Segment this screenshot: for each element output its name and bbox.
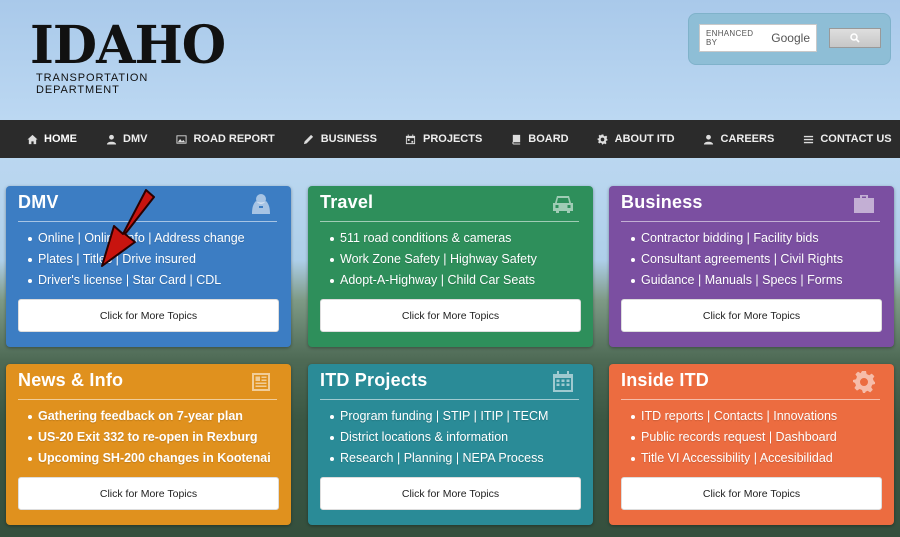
card-title: DMV	[18, 192, 59, 212]
card-links: Program funding | STIP | ITIP | TECM Dis…	[329, 406, 548, 469]
card-divider	[18, 399, 277, 400]
list-item[interactable]: Public records request | Dashboard	[630, 427, 837, 448]
card-links: Gathering feedback on 7-year plan US-20 …	[28, 406, 271, 469]
itd-logo[interactable]: IDAHO TRANSPORTATION DEPARTMENT	[30, 15, 230, 97]
book-icon	[510, 133, 522, 145]
search-input[interactable]: ENHANCED BY Google	[699, 24, 817, 52]
pencil-icon	[303, 133, 315, 145]
search-icon	[850, 33, 860, 43]
list-item[interactable]: Contractor bidding | Facility bids	[631, 228, 843, 249]
list-item[interactable]: US-20 Exit 332 to re-open in Rexburg	[28, 427, 271, 448]
nav-label: ROAD REPORT	[193, 133, 275, 145]
search-button[interactable]	[829, 28, 881, 48]
more-topics-button[interactable]: Click for More Topics	[320, 477, 581, 510]
nav-label: CAREERS	[720, 133, 775, 145]
list-item[interactable]: Consultant agreements | Civil Rights	[631, 249, 843, 270]
home-icon	[26, 133, 38, 145]
card-divider	[621, 399, 880, 400]
card-inside: Inside ITD ITD reports | Contacts | Inno…	[609, 364, 894, 525]
nav-contact[interactable]: CONTACT US	[802, 133, 892, 145]
search-enhanced-label: ENHANCED BY	[706, 29, 754, 47]
logo-wordmark: IDAHO	[30, 15, 226, 76]
main-nav: HOME DMV ROAD REPORT BUSINESS PROJECTS B…	[0, 120, 900, 158]
card-title: Business	[621, 192, 703, 212]
user-icon	[105, 133, 117, 145]
list-item[interactable]: Gathering feedback on 7-year plan	[28, 406, 271, 427]
gear-icon	[597, 133, 609, 145]
nav-label: BOARD	[528, 133, 569, 145]
list-item[interactable]: 511 road conditions & cameras	[330, 228, 537, 249]
nav-label: ABOUT ITD	[614, 133, 675, 145]
nav-label: HOME	[44, 133, 77, 145]
card-title: News & Info	[18, 370, 124, 390]
list-item[interactable]: Adopt-A-Highway | Child Car Seats	[330, 270, 537, 291]
logo-subtitle: TRANSPORTATION DEPARTMENT	[36, 72, 149, 96]
card-title: Inside ITD	[621, 370, 710, 390]
more-topics-button[interactable]: Click for More Topics	[320, 299, 581, 332]
card-business: Business Contractor bidding | Facility b…	[609, 186, 894, 347]
list-item[interactable]: Research | Planning | NEPA Process	[329, 448, 548, 469]
person-icon	[249, 192, 273, 216]
nav-about[interactable]: ABOUT ITD	[597, 133, 675, 145]
user-icon	[703, 133, 715, 145]
list-item[interactable]: District locations & information	[329, 427, 548, 448]
search-google-label: Google	[771, 31, 810, 45]
annotation-arrow-icon	[101, 189, 155, 267]
list-item[interactable]: Upcoming SH-200 changes in Kootenai	[28, 448, 271, 469]
nav-road-report[interactable]: ROAD REPORT	[175, 133, 275, 145]
card-links: 511 road conditions & cameras Work Zone …	[330, 228, 537, 291]
list-icon	[802, 133, 814, 145]
gear-icon	[852, 370, 876, 394]
search-box: ENHANCED BY Google	[688, 13, 891, 65]
nav-careers[interactable]: CAREERS	[703, 133, 775, 145]
nav-label: DMV	[123, 133, 148, 145]
nav-label: PROJECTS	[422, 133, 483, 145]
car-icon	[551, 192, 575, 216]
card-divider	[621, 221, 880, 222]
card-title: ITD Projects	[320, 370, 428, 390]
nav-dmv[interactable]: DMV	[105, 133, 147, 145]
calendar-icon	[405, 133, 417, 145]
nav-home[interactable]: HOME	[26, 133, 77, 145]
card-divider	[320, 399, 579, 400]
card-travel: Travel 511 road conditions & cameras Wor…	[308, 186, 593, 347]
nav-board[interactable]: BOARD	[510, 133, 569, 145]
more-topics-button[interactable]: Click for More Topics	[18, 477, 279, 510]
list-item[interactable]: Guidance | Manuals | Specs | Forms	[631, 270, 843, 291]
list-item[interactable]: Driver's license | Star Card | CDL	[28, 270, 245, 291]
card-news: News & Info Gathering feedback on 7-year…	[6, 364, 291, 525]
more-topics-button[interactable]: Click for More Topics	[621, 477, 882, 510]
card-title: Travel	[320, 192, 374, 212]
list-item[interactable]: Work Zone Safety | Highway Safety	[330, 249, 537, 270]
site-header: IDAHO TRANSPORTATION DEPARTMENT ENHANCED…	[0, 0, 900, 120]
more-topics-button[interactable]: Click for More Topics	[621, 299, 882, 332]
list-item[interactable]: Title VI Accessibility | Accesibilidad	[630, 448, 837, 469]
card-links: Contractor bidding | Facility bids Consu…	[631, 228, 843, 291]
more-topics-button[interactable]: Click for More Topics	[18, 299, 279, 332]
briefcase-icon	[852, 192, 876, 216]
picture-icon	[175, 133, 187, 145]
nav-label: CONTACT US	[820, 133, 892, 145]
nav-projects[interactable]: PROJECTS	[405, 133, 482, 145]
list-item[interactable]: ITD reports | Contacts | Innovations	[630, 406, 837, 427]
card-projects: ITD Projects Program funding | STIP | IT…	[308, 364, 593, 525]
list-item[interactable]: Program funding | STIP | ITIP | TECM	[329, 406, 548, 427]
card-links: ITD reports | Contacts | Innovations Pub…	[630, 406, 837, 469]
card-divider	[320, 221, 579, 222]
nav-business[interactable]: BUSINESS	[303, 133, 377, 145]
nav-label: BUSINESS	[320, 133, 377, 145]
newspaper-icon	[249, 370, 273, 394]
calendar-icon	[551, 370, 575, 394]
